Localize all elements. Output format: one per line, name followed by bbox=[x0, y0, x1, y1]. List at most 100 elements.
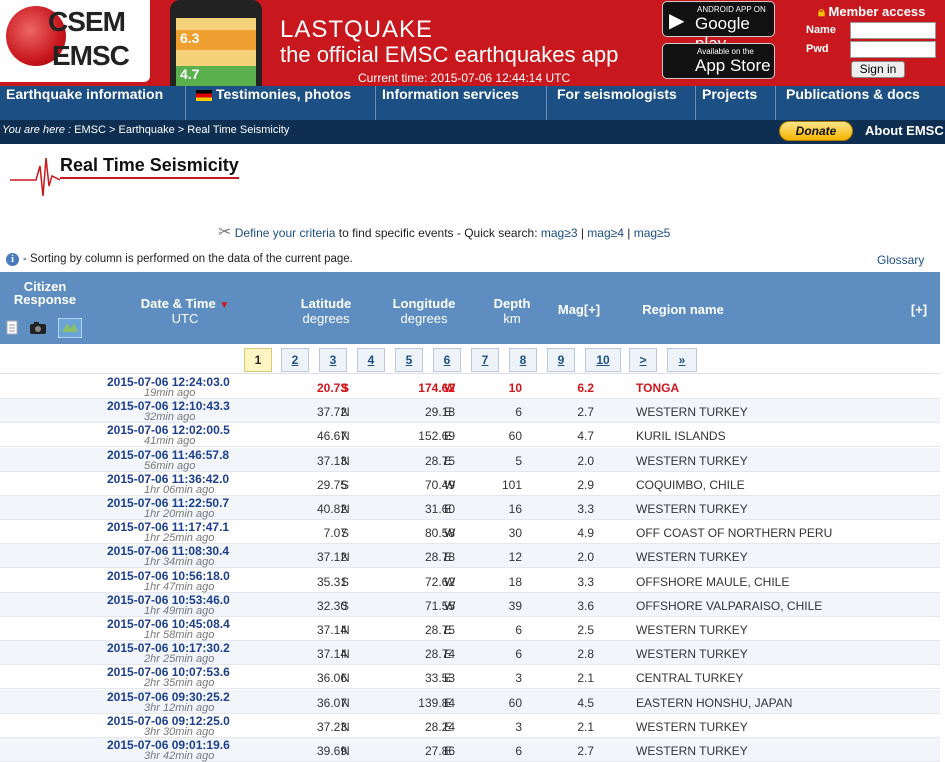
quick-mag3-link[interactable]: mag≥3 bbox=[541, 226, 578, 240]
page-4[interactable]: 4 bbox=[357, 348, 385, 372]
table-row[interactable]: 2015-07-06 11:36:42.0 1hr 06min ago 29.75 S… bbox=[0, 472, 940, 496]
event-latitude-hemisphere: S bbox=[341, 478, 350, 492]
event-latitude-hemisphere: S bbox=[341, 599, 350, 613]
document-icon[interactable] bbox=[6, 320, 18, 339]
app-store-button[interactable]: Available on the App Store bbox=[662, 43, 775, 79]
event-magnitude: 3.3 bbox=[577, 502, 594, 516]
quick-mag5-link[interactable]: mag≥5 bbox=[634, 226, 671, 240]
event-latitude-hemisphere: N bbox=[341, 502, 350, 516]
event-latitude-hemisphere: N bbox=[341, 405, 350, 419]
criteria-bar: ✂ Define your criteria to find specific … bbox=[218, 224, 671, 241]
table-row[interactable]: 2015-07-06 09:01:19.6 3hr 42min ago 39.69 N… bbox=[0, 738, 940, 762]
page-7[interactable]: 7 bbox=[471, 348, 499, 372]
header-longitude[interactable]: Longitude degrees bbox=[384, 296, 464, 326]
event-latitude-hemisphere: N bbox=[341, 696, 350, 710]
event-latitude-hemisphere: N bbox=[341, 550, 350, 564]
event-region: WESTERN TURKEY bbox=[636, 623, 748, 637]
app-title: LASTQUAKE bbox=[280, 16, 434, 43]
define-criteria-link[interactable]: Define your criteria bbox=[235, 226, 336, 240]
table-row[interactable]: 2015-07-06 10:56:18.0 1hr 47min ago 35.31 S… bbox=[0, 569, 940, 593]
event-depth: 5 bbox=[515, 454, 522, 468]
page-1[interactable]: 1 bbox=[244, 348, 272, 372]
header-latitude[interactable]: Latitude degrees bbox=[286, 296, 366, 326]
phone-app-image[interactable]: 6.3 4.7 bbox=[170, 0, 262, 86]
event-time-ago: 3hr 42min ago bbox=[144, 750, 215, 762]
event-longitude-hemisphere: W bbox=[444, 526, 456, 540]
breadcrumb-path[interactable]: EMSC > Earthquake > Real Time Seismicity bbox=[74, 124, 289, 136]
glossary-link[interactable]: Glossary bbox=[877, 253, 924, 267]
table-row[interactable]: 2015-07-06 10:17:30.2 2hr 25min ago 37.14 N… bbox=[0, 641, 940, 665]
event-region: CENTRAL TURKEY bbox=[636, 671, 744, 685]
table-row[interactable]: 2015-07-06 12:02:00.5 41min ago 46.67 N 152.… bbox=[0, 423, 940, 447]
header-expand[interactable]: [+] bbox=[904, 302, 934, 317]
page-10[interactable]: 10 bbox=[585, 348, 621, 372]
current-time: Current time: 2015-07-06 12:44:14 UTC bbox=[358, 71, 571, 85]
table-row[interactable]: 2015-07-06 11:46:57.8 56min ago 37.13 N 28.7… bbox=[0, 448, 940, 472]
event-magnitude: 2.1 bbox=[577, 720, 594, 734]
header-region[interactable]: Region name bbox=[628, 302, 738, 317]
tools-icon: ✂ bbox=[218, 224, 232, 241]
about-emsc-link[interactable]: About EMSC bbox=[865, 121, 944, 141]
nav-testimonies-photos[interactable]: Testimonies, photos bbox=[186, 86, 376, 120]
header-depth-label: Depth bbox=[493, 296, 531, 311]
event-latitude-hemisphere: N bbox=[341, 647, 350, 661]
event-depth: 6 bbox=[515, 647, 522, 661]
event-region: WESTERN TURKEY bbox=[636, 550, 748, 564]
german-flag-icon bbox=[196, 89, 212, 101]
nav-projects[interactable]: Projects bbox=[696, 86, 776, 120]
nav-publications-docs[interactable]: Publications & docs bbox=[776, 86, 940, 120]
table-row[interactable]: 2015-07-06 09:12:25.0 3hr 30min ago 37.23 N… bbox=[0, 714, 940, 738]
page-8[interactable]: 8 bbox=[509, 348, 537, 372]
table-row[interactable]: 2015-07-06 11:08:30.4 1hr 34min ago 37.12 N… bbox=[0, 544, 940, 568]
logo-line1: CSEM bbox=[48, 6, 126, 37]
event-magnitude: 2.5 bbox=[577, 623, 594, 637]
page-next[interactable]: > bbox=[629, 348, 657, 372]
donate-button[interactable]: Donate bbox=[779, 121, 853, 141]
table-header: Citizen Response Date & Time ▼ UTC Latitu… bbox=[0, 272, 940, 344]
event-longitude-hemisphere: E bbox=[444, 696, 453, 710]
name-input[interactable] bbox=[850, 22, 936, 39]
event-magnitude: 2.1 bbox=[577, 671, 594, 685]
event-time-ago: 2hr 35min ago bbox=[144, 677, 215, 689]
sorting-note: i - Sorting by column is performed on the… bbox=[6, 253, 353, 266]
table-row[interactable]: 2015-07-06 12:10:43.3 32min ago 37.72 N 29.1… bbox=[0, 399, 940, 423]
page-title: Real Time Seismicity bbox=[60, 155, 239, 179]
table-row[interactable]: 2015-07-06 11:17:47.1 1hr 25min ago 7.07 S 8… bbox=[0, 520, 940, 544]
map-icon[interactable] bbox=[57, 317, 83, 342]
header-datetime[interactable]: Date & Time ▼ UTC bbox=[120, 296, 250, 326]
event-latitude-hemisphere: N bbox=[341, 671, 350, 685]
page-last[interactable]: » bbox=[667, 348, 697, 372]
page-2[interactable]: 2 bbox=[281, 348, 309, 372]
app-store-small: Available on the bbox=[697, 47, 754, 56]
header-mag[interactable]: Mag[+] bbox=[548, 302, 610, 317]
event-latitude-hemisphere: N bbox=[341, 429, 350, 443]
page-3[interactable]: 3 bbox=[319, 348, 347, 372]
header-depth[interactable]: Depth km bbox=[482, 296, 542, 326]
page-9[interactable]: 9 bbox=[547, 348, 575, 372]
header-longitude-unit: degrees bbox=[400, 311, 448, 326]
event-latitude-hemisphere: S bbox=[341, 381, 350, 395]
table-row[interactable]: 2015-07-06 10:53:46.0 1hr 49min ago 32.30 S… bbox=[0, 593, 940, 617]
seismogram-icon bbox=[10, 157, 60, 197]
table-row[interactable]: 2015-07-06 10:45:08.4 1hr 58min ago 37.14 N… bbox=[0, 617, 940, 641]
table-row[interactable]: 2015-07-06 12:24:03.0 19min ago 20.73 S 174.… bbox=[0, 375, 940, 399]
event-depth: 60 bbox=[508, 429, 522, 443]
page-6[interactable]: 6 bbox=[433, 348, 461, 372]
nav-information-services[interactable]: Information services bbox=[376, 86, 547, 120]
password-input[interactable] bbox=[850, 41, 936, 58]
google-play-button[interactable]: ▶ ANDROID APP ON Google play bbox=[662, 1, 775, 53]
main-nav: Earthquake information Testimonies, phot… bbox=[0, 86, 945, 120]
table-row[interactable]: 2015-07-06 11:22:50.7 1hr 20min ago 40.82 N… bbox=[0, 496, 940, 520]
page-5[interactable]: 5 bbox=[395, 348, 423, 372]
table-row[interactable]: 2015-07-06 10:07:53.6 2hr 35min ago 36.06 N… bbox=[0, 665, 940, 689]
event-time-ago: 2hr 25min ago bbox=[144, 653, 215, 665]
csem-emsc-logo[interactable]: CSEM EMSC bbox=[0, 0, 150, 82]
event-longitude-hemisphere: E bbox=[444, 405, 453, 419]
camera-icon[interactable] bbox=[29, 320, 47, 339]
quick-mag4-link[interactable]: mag≥4 bbox=[587, 226, 624, 240]
nav-for-seismologists[interactable]: For seismologists bbox=[547, 86, 696, 120]
table-row[interactable]: 2015-07-06 09:30:25.2 3hr 12min ago 36.07 N… bbox=[0, 690, 940, 714]
logo-line2: EMSC bbox=[52, 40, 130, 71]
nav-earthquake-information[interactable]: Earthquake information bbox=[0, 86, 186, 120]
sign-in-button[interactable]: Sign in bbox=[851, 61, 905, 78]
